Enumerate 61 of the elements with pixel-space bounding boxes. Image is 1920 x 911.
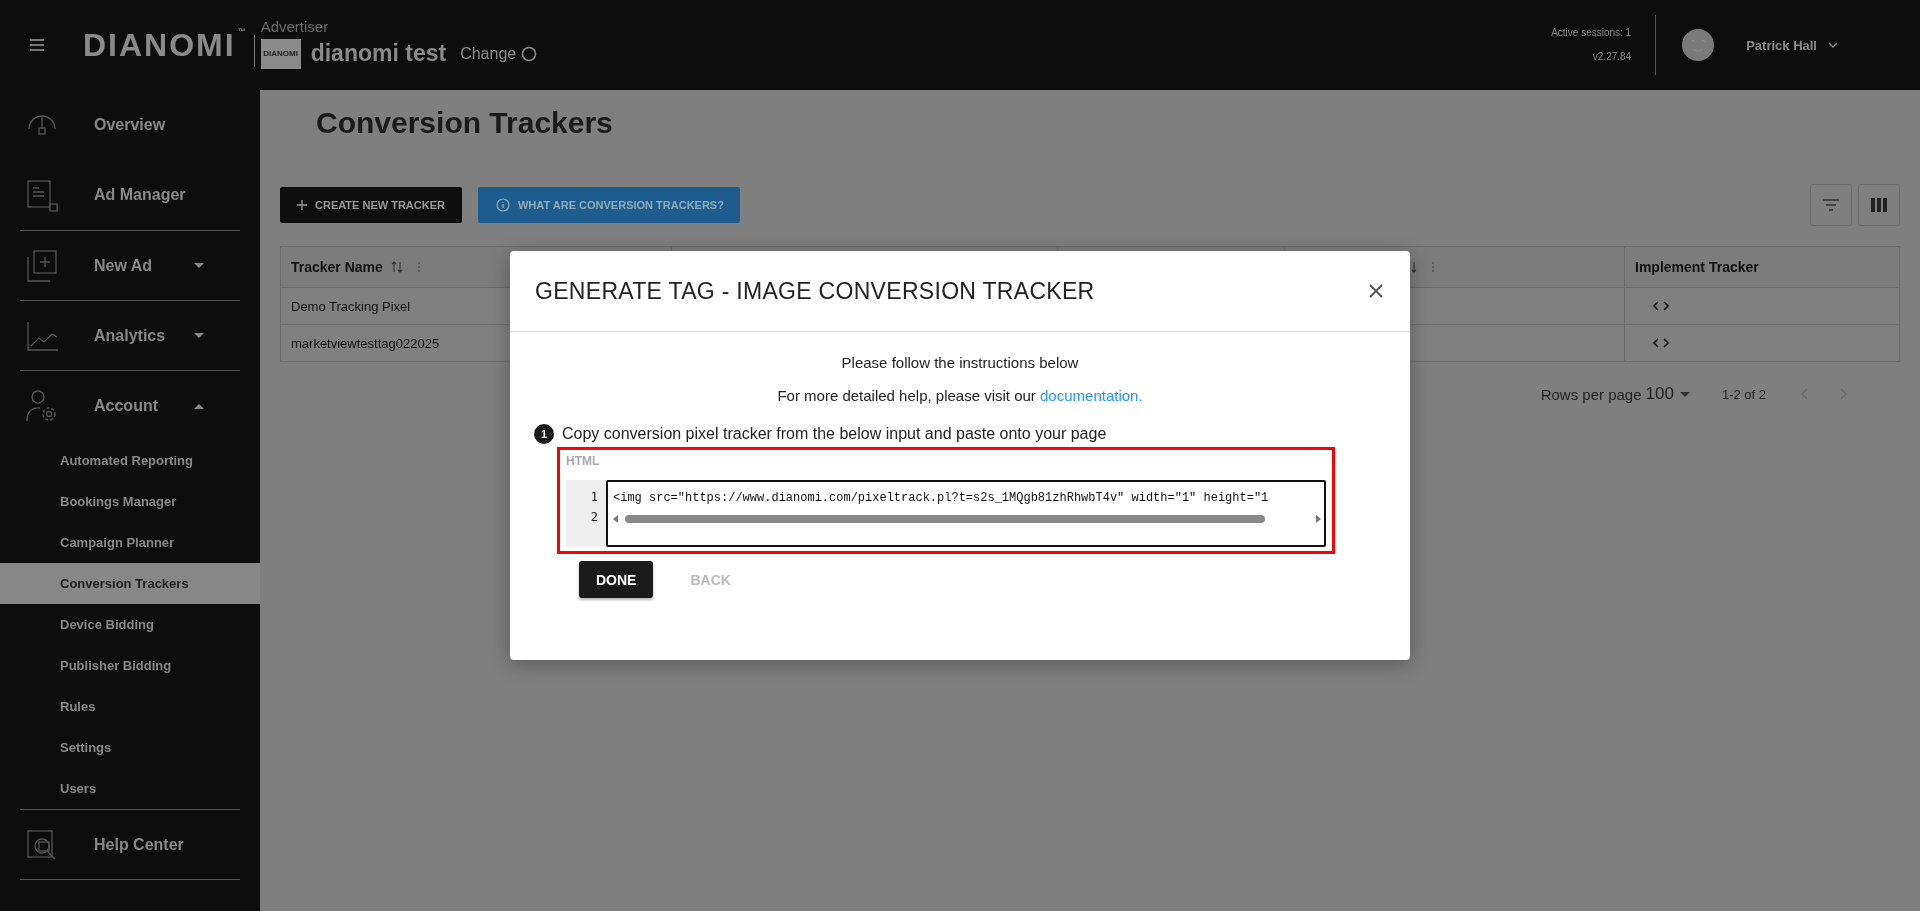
advertiser-logo: DIANOMI <box>260 38 301 69</box>
help-text: For more detailed help, please visit our documentation. <box>776 386 1144 406</box>
rows-per-page-label: Rows per page <box>1540 385 1642 403</box>
code-label: HTML <box>566 453 601 470</box>
columns-button[interactable] <box>1858 184 1900 226</box>
instructions-text: Please follow the instructions below <box>840 353 1080 373</box>
menu-icon[interactable] <box>29 39 45 51</box>
code-editor[interactable]: <img src="https://www.dianomi.com/pixeltrack.pl?t=s2s_1MQgb81zhRhwbT4v" width="1" height="1 <box>606 480 1326 547</box>
sidebar-item[interactable]: Ad Manager <box>20 160 240 230</box>
version-label: v2.27.84 <box>1591 50 1632 64</box>
close-icon[interactable] <box>1369 284 1383 298</box>
sidebar-subitem[interactable]: Publisher Bidding <box>0 645 260 686</box>
step-number-badge: 1 <box>534 424 554 444</box>
sidebar-subitem[interactable]: Campaign Planner <box>0 522 260 563</box>
sidebar-subitem[interactable]: Settings <box>0 727 260 768</box>
horizontal-scrollbar[interactable] <box>613 514 1321 524</box>
change-link[interactable]: Change <box>460 44 517 63</box>
document-icon <box>24 177 60 213</box>
info-button[interactable]: WHAT ARE CONVERSION TRACKERS? <box>477 187 740 223</box>
line-number: 2 <box>589 510 599 526</box>
page-title: Conversion Trackers <box>316 106 614 141</box>
caret-down-icon <box>1679 391 1690 397</box>
role-label: Advertiser <box>260 17 330 35</box>
plus-icon <box>297 200 307 210</box>
chevron-down-icon[interactable] <box>1827 41 1839 49</box>
advertiser-name: dianomi test <box>310 40 447 67</box>
create-tracker-button[interactable]: CREATE NEW TRACKER <box>280 187 462 223</box>
rows-per-page-select[interactable]: 100 <box>1645 384 1690 404</box>
sidebar-subitem[interactable]: Device Bidding <box>0 604 260 645</box>
sidebar-subitem[interactable]: Conversion Trackers <box>0 563 260 604</box>
documentation-link[interactable]: documentation. <box>1040 387 1143 404</box>
sidebar-item[interactable]: New Ad <box>20 230 240 300</box>
code-icon[interactable] <box>1653 301 1669 311</box>
avatar[interactable] <box>1682 29 1715 61</box>
user-menu[interactable]: Patrick Hall <box>1746 37 1839 53</box>
circle-icon[interactable] <box>521 45 538 62</box>
sidebar-item[interactable]: Account <box>20 370 240 440</box>
sidebar-item[interactable]: Overview <box>0 90 240 160</box>
done-button[interactable]: DONE <box>579 561 654 598</box>
sidebar-subitem[interactable]: Automated Reporting <box>0 440 260 481</box>
step-text: Copy conversion pixel tracker from the below input and paste onto your page <box>562 425 1107 443</box>
sidebar-item[interactable]: Help Center <box>20 809 240 879</box>
sessions-count: Active sessions: 1 <box>1551 26 1632 40</box>
caret-down-icon <box>194 262 204 269</box>
line-number: 1 <box>589 490 599 506</box>
page-range: 1-2 of 2 <box>1721 386 1766 402</box>
caret-down-icon <box>194 332 204 339</box>
filter-button[interactable] <box>1810 184 1852 226</box>
info-icon <box>495 198 510 212</box>
sidebar-item[interactable]: Analytics <box>20 300 240 370</box>
column-header: Implement Tracker <box>1634 258 1760 277</box>
logo: DIANOMI$^{™}$ <box>83 26 246 64</box>
caret-up-icon <box>194 402 204 409</box>
code-icon[interactable] <box>1653 338 1669 348</box>
sidebar-subitem[interactable]: Rules <box>0 686 260 727</box>
code-line: <img src="https://www.dianomi.com/pixeltrack.pl?t=s2s_1MQgb81zhRhwbT4v" width="1" height="1 <box>613 490 1269 506</box>
add-square-icon <box>24 247 60 284</box>
filter-icon <box>1822 199 1840 211</box>
columns-icon <box>1871 198 1887 212</box>
sidebar-subitem[interactable]: Users <box>0 768 260 809</box>
sidebar-subitem[interactable]: Bookings Manager <box>0 481 260 522</box>
